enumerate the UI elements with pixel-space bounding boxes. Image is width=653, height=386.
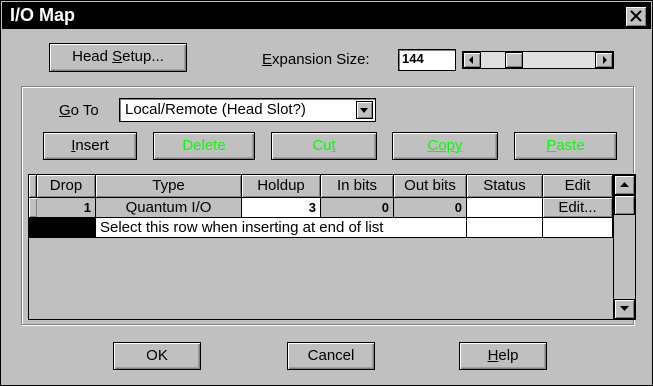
edit-row-button[interactable]: Edit... [543,198,613,218]
close-button[interactable] [625,6,647,27]
row-selector-header [29,175,37,198]
column-header-in-bits[interactable]: In bits [321,175,394,198]
column-header-status[interactable]: Status [467,175,543,198]
goto-label: Go To [59,102,99,119]
expansion-scrollbar[interactable] [462,51,614,69]
io-map-window: I/O Map Head Setup... Expansion Size: 14… [0,0,653,386]
title-bar[interactable]: I/O Map [2,2,651,29]
column-header-out-bits[interactable]: Out bits [394,175,467,198]
expansion-size-label: Expansion Size: [262,51,370,68]
scroll-thumb[interactable] [505,52,523,68]
insert-row-label[interactable]: Select this row when inserting at end of… [96,218,467,238]
table-cell-out-bits[interactable]: 0 [394,198,467,218]
delete-button[interactable]: Delete [153,132,255,160]
insert-row-status[interactable] [467,218,543,238]
copy-button[interactable]: Copy [392,132,498,160]
scroll-up-button[interactable] [614,175,635,195]
ok-button[interactable]: OK [113,342,201,370]
arrow-up-icon [620,182,629,187]
column-header-drop[interactable]: Drop [37,175,96,198]
cut-button[interactable]: Cut [271,132,377,160]
table-cell-type[interactable]: Quantum I/O [96,198,242,218]
table-cell-in-bits[interactable]: 0 [321,198,394,218]
window-title: I/O Map [10,5,76,25]
expansion-size-value: 144 [402,51,424,66]
column-header-type[interactable]: Type [96,175,242,198]
head-setup-button[interactable]: Head Setup... [49,43,187,72]
scroll-left-button[interactable] [463,52,481,68]
column-header-holdup[interactable]: Holdup [242,175,321,198]
close-icon [630,10,642,22]
table-scroll-thumb[interactable] [614,195,635,215]
insert-row-selector[interactable] [29,218,96,238]
io-map-table[interactable]: Drop Type Holdup In bits Out bits Status… [28,174,636,320]
arrow-right-icon [603,56,607,64]
paste-button[interactable]: Paste [514,132,617,160]
insert-button[interactable]: Insert [43,132,137,160]
scroll-right-button[interactable] [595,52,613,68]
expansion-size-input[interactable]: 144 [398,49,456,71]
table-cell-holdup[interactable]: 3 [242,198,321,218]
arrow-left-icon [469,56,473,64]
chevron-down-icon [360,108,368,113]
goto-dropdown[interactable]: Local/Remote (Head Slot?) [119,98,376,122]
goto-selected-value: Local/Remote (Head Slot?) [125,101,306,118]
table-scrollbar[interactable] [613,175,635,319]
scroll-down-button[interactable] [614,299,635,319]
insert-row-edit[interactable] [543,218,613,238]
table-cell-status[interactable] [467,198,543,218]
cancel-button[interactable]: Cancel [287,342,375,370]
column-header-edit[interactable]: Edit [543,175,613,198]
arrow-down-icon [620,306,629,311]
table-cell-drop[interactable]: 1 [37,198,96,218]
goto-dropdown-button[interactable] [356,101,373,119]
help-button[interactable]: Help [459,342,547,370]
